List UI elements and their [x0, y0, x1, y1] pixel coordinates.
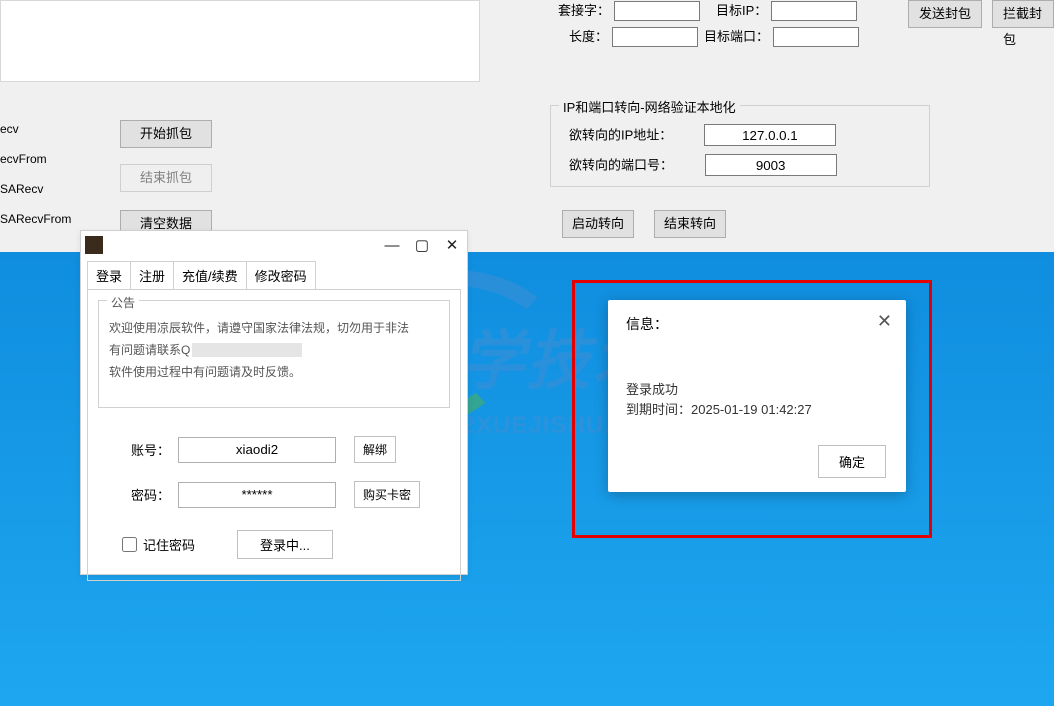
intercept-packet-button[interactable]: 拦截封包 [992, 0, 1054, 28]
notice-line: 欢迎使用凉辰软件，请遵守国家法律法规，切勿用于非法 [109, 317, 439, 339]
account-row: 账号： 解绑 [98, 436, 450, 463]
length-label: 长度： [569, 26, 608, 45]
length-field-row: 长度： [569, 26, 698, 47]
expiry-value: 2025-01-19 01:42:27 [691, 402, 812, 417]
redirect-port-label: 欲转向的端口号： [569, 158, 673, 173]
unbind-button[interactable]: 解绑 [354, 436, 396, 463]
maximize-icon[interactable]: ▢ [407, 236, 437, 254]
buy-key-button[interactable]: 购买卡密 [354, 481, 420, 508]
api-list-item[interactable]: SARecv [0, 174, 72, 204]
password-row: 密码： 购买卡密 [98, 481, 450, 508]
tab-recharge[interactable]: 充值/续费 [173, 261, 247, 289]
socket-label: 套接字： [558, 0, 610, 19]
target-port-input[interactable] [773, 27, 859, 47]
expiry-label: 到期时间： [626, 402, 691, 417]
redirect-ip-row: 欲转向的IP地址： [569, 124, 836, 146]
target-ip-input[interactable] [771, 1, 857, 21]
redirect-ip-label: 欲转向的IP地址： [569, 128, 672, 143]
redirect-group-title: IP和端口转向-网络验证本地化 [559, 97, 740, 116]
remember-checkbox[interactable] [122, 537, 137, 552]
packet-grid [0, 0, 480, 82]
target-ip-row: 目标IP： [716, 0, 857, 21]
notice-line: 软件使用过程中有问题请及时反馈。 [109, 361, 439, 383]
api-list-item[interactable]: SARecvFrom [0, 204, 72, 234]
account-label: 账号： [122, 440, 178, 459]
notice-title: 公告 [107, 292, 139, 314]
end-capture-button[interactable]: 结束抓包 [120, 164, 212, 192]
message-box: 信息： ✕ 登录成功 到期时间：2025-01-19 01:42:27 确定 [608, 300, 906, 492]
api-list: ecv ecvFrom SARecv SARecvFrom [0, 114, 72, 234]
ok-button[interactable]: 确定 [818, 445, 886, 478]
minimize-icon[interactable]: — [377, 237, 407, 254]
tab-register[interactable]: 注册 [130, 261, 174, 289]
redirect-groupbox: IP和端口转向-网络验证本地化 欲转向的IP地址： 欲转向的端口号： [550, 105, 930, 187]
close-icon[interactable]: ✕ [877, 314, 892, 328]
redirect-port-row: 欲转向的端口号： [569, 154, 837, 176]
password-input[interactable] [178, 482, 336, 508]
send-packet-button[interactable]: 发送封包 [908, 0, 982, 28]
redirect-ip-input[interactable] [704, 124, 836, 146]
start-capture-button[interactable]: 开始抓包 [120, 120, 212, 148]
notice-line: 有问题请联系Q [109, 339, 190, 361]
start-redirect-button[interactable]: 启动转向 [562, 210, 634, 238]
message-line: 登录成功 [626, 380, 888, 400]
login-dialog: — ▢ ✕ 登录 注册 充值/续费 修改密码 公告 欢迎使用凉辰软件，请遵守国家… [80, 230, 468, 575]
api-list-item[interactable]: ecv [0, 114, 72, 144]
account-input[interactable] [178, 437, 336, 463]
tab-changepw[interactable]: 修改密码 [246, 261, 316, 289]
remember-label: 记住密码 [143, 535, 195, 554]
login-tab-body: 公告 欢迎使用凉辰软件，请遵守国家法律法规，切勿用于非法 有问题请联系Q 软件使… [87, 289, 461, 581]
password-label: 密码： [122, 485, 178, 504]
login-button[interactable]: 登录中... [237, 530, 333, 559]
target-port-label: 目标端口： [704, 26, 769, 45]
socket-field-row: 套接字： [558, 0, 700, 21]
close-icon[interactable]: ✕ [437, 236, 467, 254]
notice-groupbox: 公告 欢迎使用凉辰软件，请遵守国家法律法规，切勿用于非法 有问题请联系Q 软件使… [98, 300, 450, 408]
redacted-block [192, 343, 302, 357]
socket-input[interactable] [614, 1, 700, 21]
remember-row: 记住密码 登录中... [98, 530, 450, 559]
tab-login[interactable]: 登录 [87, 261, 131, 289]
end-redirect-button[interactable]: 结束转向 [654, 210, 726, 238]
app-icon [85, 236, 103, 254]
message-body: 登录成功 到期时间：2025-01-19 01:42:27 [626, 380, 888, 420]
target-port-row: 目标端口： [704, 26, 859, 47]
login-tabs: 登录 注册 充值/续费 修改密码 [87, 261, 461, 289]
redirect-port-input[interactable] [705, 154, 837, 176]
login-titlebar: — ▢ ✕ [81, 231, 467, 259]
api-list-item[interactable]: ecvFrom [0, 144, 72, 174]
length-input[interactable] [612, 27, 698, 47]
target-ip-label: 目标IP： [716, 0, 767, 19]
message-line: 到期时间：2025-01-19 01:42:27 [626, 400, 888, 420]
message-title: 信息： [626, 314, 888, 334]
